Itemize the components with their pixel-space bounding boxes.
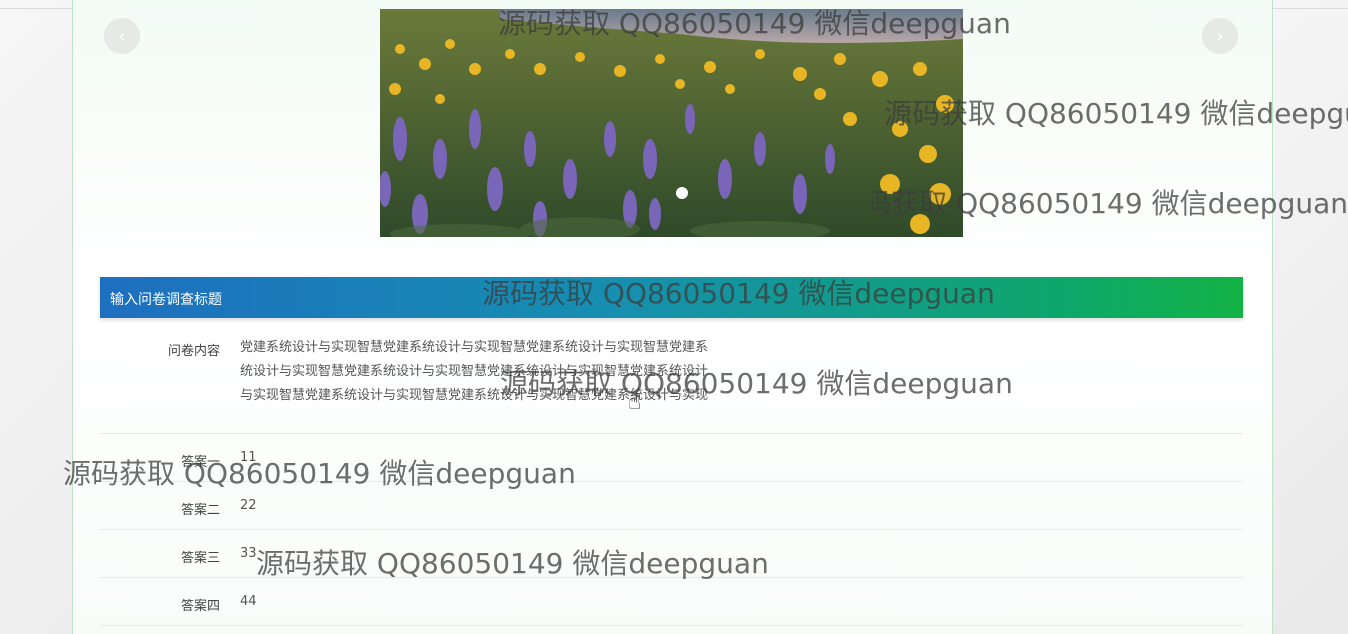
answer-label-4: 答案四 <box>180 599 220 614</box>
chevron-right-icon: › <box>1216 25 1224 47</box>
content-text: 党建系统设计与实现智慧党建系统设计与实现智慧党建系统设计与实现智慧党建系统设计与… <box>240 340 709 403</box>
answer-value-1: 11 <box>240 450 257 465</box>
survey-title-bar: 输入问卷调查标题 <box>100 277 1243 318</box>
answer-label-1: 答案一 <box>180 455 220 470</box>
carousel-indicator-dot[interactable] <box>676 187 688 199</box>
survey-title: 输入问卷调查标题 <box>110 292 222 308</box>
flower-field-image <box>380 9 963 237</box>
banner-image <box>380 9 963 237</box>
answer-value-2: 22 <box>240 498 257 513</box>
answer-value-4: 44 <box>240 594 257 609</box>
carousel-prev-button[interactable]: ‹ <box>104 18 140 54</box>
answer-label-2: 答案二 <box>180 503 220 518</box>
answer-row-1: 答案一 11 <box>100 434 1243 482</box>
survey-content-row: 问卷内容 党建系统设计与实现智慧党建系统设计与实现智慧党建系统设计与实现智慧党建… <box>100 336 1243 434</box>
hand-cursor-icon: ☝ <box>628 390 642 415</box>
carousel-next-button[interactable]: › <box>1202 18 1238 54</box>
answer-row-2: 答案二 22 <box>100 482 1243 530</box>
content-label: 问卷内容 <box>167 344 220 359</box>
answer-row-4: 答案四 44 <box>100 578 1243 626</box>
answer-label-3: 答案三 <box>180 551 220 566</box>
chevron-left-icon: ‹ <box>118 25 126 47</box>
answer-value-3: 33 <box>240 546 257 561</box>
answer-row-3: 答案三 33 <box>100 530 1243 578</box>
